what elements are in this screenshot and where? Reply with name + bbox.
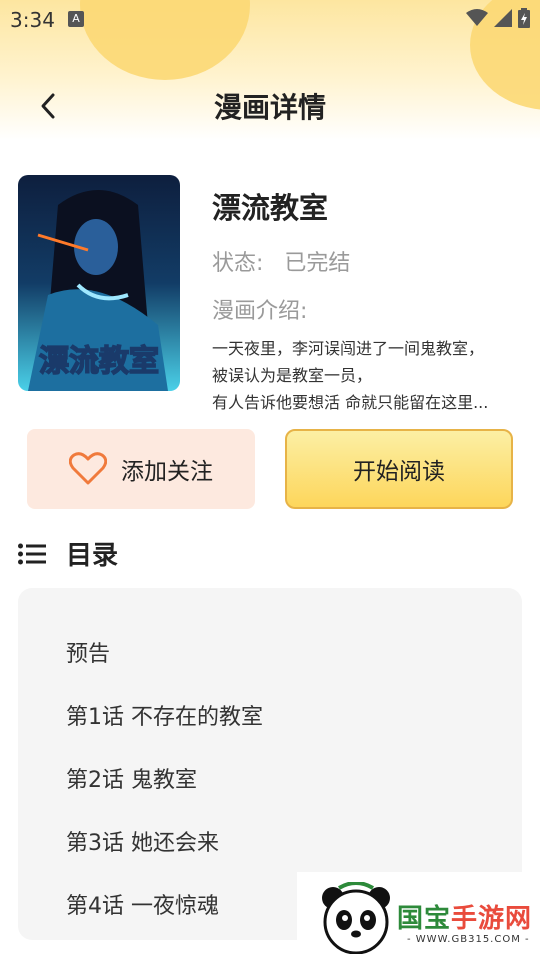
status-icons xyxy=(466,8,530,28)
watermark-name: 国宝手游网 xyxy=(397,898,532,935)
notification-icon: A xyxy=(68,11,84,27)
follow-label: 添加关注 xyxy=(121,459,213,485)
nav-bar: 漫画详情 xyxy=(0,80,540,134)
intro-text: 一天夜里，李河误闯进了一间鬼教室， 被误认为是教室一员， 有人告诉他要想活 命就… xyxy=(212,335,532,416)
watermark-url: - WWW.GB315.COM - xyxy=(407,934,530,945)
status-line: 状态: 已完结 xyxy=(212,245,532,277)
chapter-item[interactable]: 第1话 不存在的教室 xyxy=(66,699,263,731)
page-title: 漫画详情 xyxy=(213,91,326,124)
status-value: 已完结 xyxy=(284,251,351,276)
read-label: 开始阅读 xyxy=(353,459,445,485)
list-icon xyxy=(18,543,46,564)
chapter-item[interactable]: 第4话 一夜惊魂 xyxy=(66,888,219,920)
status-time: 3:34 xyxy=(10,8,55,32)
panda-logo-icon xyxy=(322,882,390,954)
toc-title: 目录 xyxy=(66,541,119,571)
watermark-name-part2: 手游网 xyxy=(451,904,533,934)
watermark-name-part1: 国宝 xyxy=(397,904,452,934)
chapter-item[interactable]: 第2话 鬼教室 xyxy=(66,762,197,794)
comic-info: 漂流教室 状态: 已完结 漫画介绍: 一天夜里，李河误闯进了一间鬼教室， 被误认… xyxy=(212,185,532,416)
follow-button[interactable]: 添加关注 xyxy=(27,429,255,509)
status-bar: 3:34 A xyxy=(0,0,540,40)
start-reading-button[interactable]: 开始阅读 xyxy=(285,429,513,509)
intro-line: 被误认为是教室一员， xyxy=(212,366,373,385)
chapter-item[interactable]: 预告 xyxy=(66,636,110,668)
comic-cover[interactable]: 漂流教室 xyxy=(18,175,180,391)
signal-icon xyxy=(494,9,512,27)
comic-title: 漂流教室 xyxy=(212,191,329,225)
cover-title: 漂流教室 xyxy=(39,344,159,379)
status-label: 状态: xyxy=(212,251,264,276)
battery-icon xyxy=(518,8,530,28)
toc-header: 目录 xyxy=(18,535,118,572)
cover-artwork: 漂流教室 xyxy=(18,175,180,391)
wifi-icon xyxy=(466,9,488,26)
intro-label: 漫画介绍: xyxy=(212,299,308,324)
chapter-item[interactable]: 第3话 她还会来 xyxy=(66,825,219,857)
intro-line: 有人告诉他要想活 命就只能留在这里... xyxy=(212,393,489,412)
watermark-logo: 国宝手游网 - WWW.GB315.COM - xyxy=(297,872,540,960)
heart-icon xyxy=(69,452,107,485)
intro-line: 一天夜里，李河误闯进了一间鬼教室， xyxy=(212,339,485,358)
